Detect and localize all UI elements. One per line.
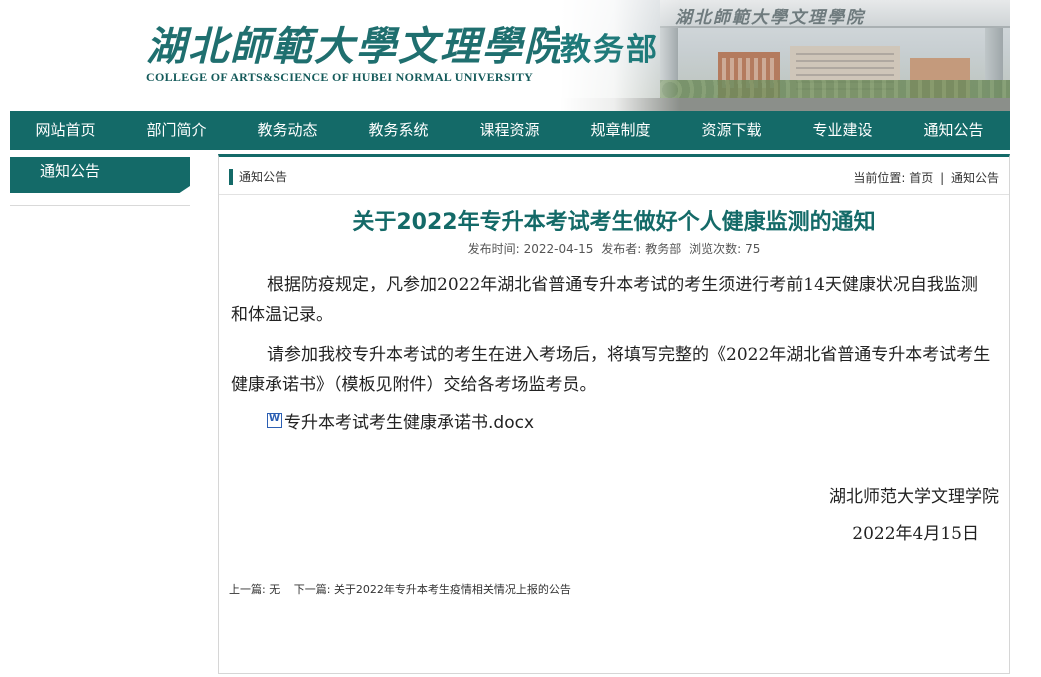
nav-item-about[interactable]: 部门简介: [121, 111, 232, 150]
nav-item-majors[interactable]: 专业建设: [787, 111, 898, 150]
attachment-name[interactable]: 专升本考试考生健康承诺书.docx: [284, 408, 534, 433]
next-article-link[interactable]: 关于2022年专升本考生疫情相关情况上报的公告: [334, 581, 571, 597]
breadcrumb-separator: |: [940, 171, 945, 185]
meta-views: 75: [745, 242, 761, 256]
prev-label: 上一篇:: [229, 583, 266, 596]
meta-author: 教务部: [645, 242, 682, 256]
nav-item-downloads[interactable]: 资源下载: [676, 111, 787, 150]
department-name: 教务部: [560, 32, 659, 68]
logo-english: COLLEGE OF ARTS&SCIENCE OF HUBEI NORMAL …: [146, 70, 534, 84]
campus-trees: [660, 80, 1010, 100]
article-signature: 湖北师范大学文理学院: [829, 487, 999, 507]
article-title: 关于2022年专升本考试考生做好个人健康监测的通知: [352, 210, 876, 235]
next-label: 下一篇:: [293, 583, 331, 596]
main-nav: 网站首页 部门简介 教务动态 教务系统 课程资源 规章制度 资源下载 专业建设 …: [10, 111, 1010, 150]
prev-next-links: 上一篇: 无 下一篇: 关于2022年专升本考生疫情相关情况上报的公告: [229, 581, 571, 597]
article-paragraph: 根据防疫规定，凡参加2022年湖北省普通专升本考试的考生须进行考前14天健康状况…: [231, 275, 978, 325]
nav-item-notices[interactable]: 通知公告: [898, 111, 1009, 150]
sidebar: 通知公告: [10, 157, 190, 206]
nav-item-courses[interactable]: 课程资源: [454, 111, 565, 150]
nav-item-system[interactable]: 教务系统: [343, 111, 454, 150]
meta-views-label: 浏览次数:: [689, 242, 742, 256]
logo-chinese[interactable]: 湖北師範大學文理學院: [146, 14, 566, 72]
meta-date-label: 发布时间:: [467, 242, 520, 256]
meta-date: 2022-04-15: [523, 242, 594, 256]
nav-item-rules[interactable]: 规章制度: [565, 111, 676, 150]
prev-article-link[interactable]: 无: [269, 581, 280, 597]
article-meta: 发布时间: 2022-04-15 发布者: 教务部 浏览次数: 75: [219, 240, 1009, 257]
article-paragraph: 请参加我校专升本考试的考生在进入考场后，将填写完整的《2022年湖北省普通专升本…: [231, 345, 991, 395]
sidebar-item-notices[interactable]: 通知公告: [10, 157, 190, 194]
section-title: 通知公告: [239, 170, 288, 184]
breadcrumb-home[interactable]: 首页: [909, 169, 933, 186]
article-date: 2022年4月15日: [852, 524, 979, 544]
site-header: 湖北師範大學文理學院 COLLEGE OF ARTS&SCIENCE OF HU…: [0, 0, 1041, 111]
header-accent-bar: [229, 169, 233, 185]
word-document-icon: [267, 413, 282, 428]
content-panel: 通知公告 当前位置: 首页 | 通知公告 关于2022年专升本考试考生做好个人健…: [218, 154, 1010, 674]
gate-lettering: 湖北師範大學文理學院: [675, 8, 865, 28]
attachment-link[interactable]: 专升本考试考生健康承诺书.docx: [267, 408, 534, 433]
content-header: 通知公告 当前位置: 首页 | 通知公告: [219, 157, 1009, 195]
nav-item-home[interactable]: 网站首页: [10, 111, 121, 150]
breadcrumb: 当前位置: 首页 | 通知公告: [853, 169, 999, 186]
breadcrumb-label: 当前位置:: [853, 171, 906, 185]
nav-item-news[interactable]: 教务动态: [232, 111, 343, 150]
meta-author-label: 发布者:: [601, 242, 642, 256]
breadcrumb-current[interactable]: 通知公告: [951, 169, 999, 186]
